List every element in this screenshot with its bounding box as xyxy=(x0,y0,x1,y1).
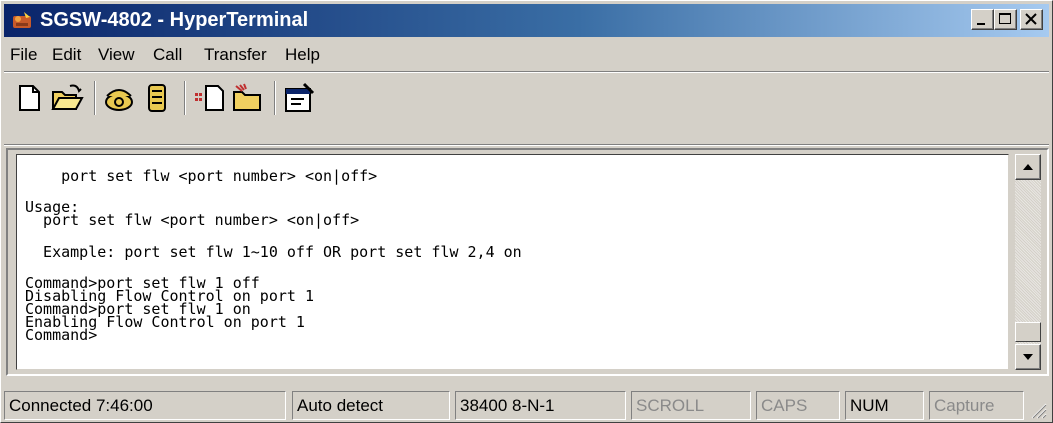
open-button[interactable] xyxy=(50,81,84,115)
properties-button[interactable] xyxy=(282,81,316,115)
minimize-icon xyxy=(977,23,985,25)
send-button[interactable] xyxy=(192,81,226,115)
properties-icon xyxy=(285,82,315,112)
arrow-down-icon xyxy=(1023,354,1033,360)
menu-file[interactable]: File xyxy=(10,45,37,65)
terminal-output: port set flw <port number> <on|off> Usag… xyxy=(25,155,1005,353)
close-icon xyxy=(1025,13,1037,25)
menu-call[interactable]: Call xyxy=(153,45,182,65)
status-caps: CAPS xyxy=(756,391,840,420)
new-connection-button[interactable] xyxy=(12,81,46,115)
menu-transfer[interactable]: Transfer xyxy=(204,45,267,65)
hyperterminal-app-icon xyxy=(13,12,31,28)
terminal-line: port set flw <port number> <on|off> xyxy=(25,211,360,229)
close-button[interactable] xyxy=(1020,9,1043,30)
menu-edit[interactable]: Edit xyxy=(52,45,81,65)
scroll-thumb[interactable] xyxy=(1015,322,1041,342)
title-bar[interactable]: SGSW-4802 - HyperTerminal xyxy=(4,4,1049,37)
status-num: NUM xyxy=(845,391,924,420)
send-file-icon xyxy=(195,85,224,111)
receive-button[interactable] xyxy=(230,81,264,115)
disconnect-button[interactable] xyxy=(140,81,174,115)
toolbar xyxy=(4,73,1049,141)
hyperterminal-window: SGSW-4802 - HyperTerminal File Edit View… xyxy=(0,0,1053,423)
terminal-frame: port set flw <port number> <on|off> Usag… xyxy=(6,148,1049,376)
maximize-button[interactable] xyxy=(994,9,1017,30)
toolbar-separator xyxy=(184,81,186,115)
resize-grip-icon[interactable] xyxy=(1029,401,1047,419)
receive-file-icon xyxy=(233,83,261,111)
minimize-button[interactable] xyxy=(971,9,994,30)
status-port-settings: 38400 8-N-1 xyxy=(455,391,626,420)
toolbar-separator xyxy=(94,81,96,115)
call-phone-icon xyxy=(105,89,133,111)
vertical-scrollbar[interactable] xyxy=(1015,154,1041,370)
status-capture: Capture xyxy=(929,391,1024,420)
status-bar: Connected 7:46:00 Auto detect 38400 8-N-… xyxy=(4,389,1049,421)
terminal-line: Command> xyxy=(25,326,98,344)
status-scroll: SCROLL xyxy=(631,391,751,420)
terminal-screen[interactable]: port set flw <port number> <on|off> Usag… xyxy=(16,154,1009,370)
scroll-down-button[interactable] xyxy=(1015,344,1041,370)
arrow-up-icon xyxy=(1023,164,1033,170)
call-button[interactable] xyxy=(102,81,136,115)
open-folder-icon xyxy=(51,84,84,110)
terminal-line: port set flw <port number> <on|off> xyxy=(25,167,378,185)
toolbar-separator-line xyxy=(4,144,1049,146)
menu-help[interactable]: Help xyxy=(285,45,320,65)
status-connected: Connected 7:46:00 xyxy=(4,391,286,420)
window-title: SGSW-4802 - HyperTerminal xyxy=(40,9,309,31)
toolbar-separator xyxy=(274,81,276,115)
new-document-icon xyxy=(19,85,40,111)
menu-view[interactable]: View xyxy=(98,45,135,65)
terminal-line: Example: port set flw 1~10 off OR port s… xyxy=(25,243,522,261)
disconnect-phone-icon xyxy=(148,84,166,112)
scroll-up-button[interactable] xyxy=(1015,154,1041,180)
maximize-icon xyxy=(999,13,1011,24)
status-auto-detect: Auto detect xyxy=(292,391,450,420)
menu-bar: File Edit View Call Transfer Help xyxy=(4,39,1049,69)
